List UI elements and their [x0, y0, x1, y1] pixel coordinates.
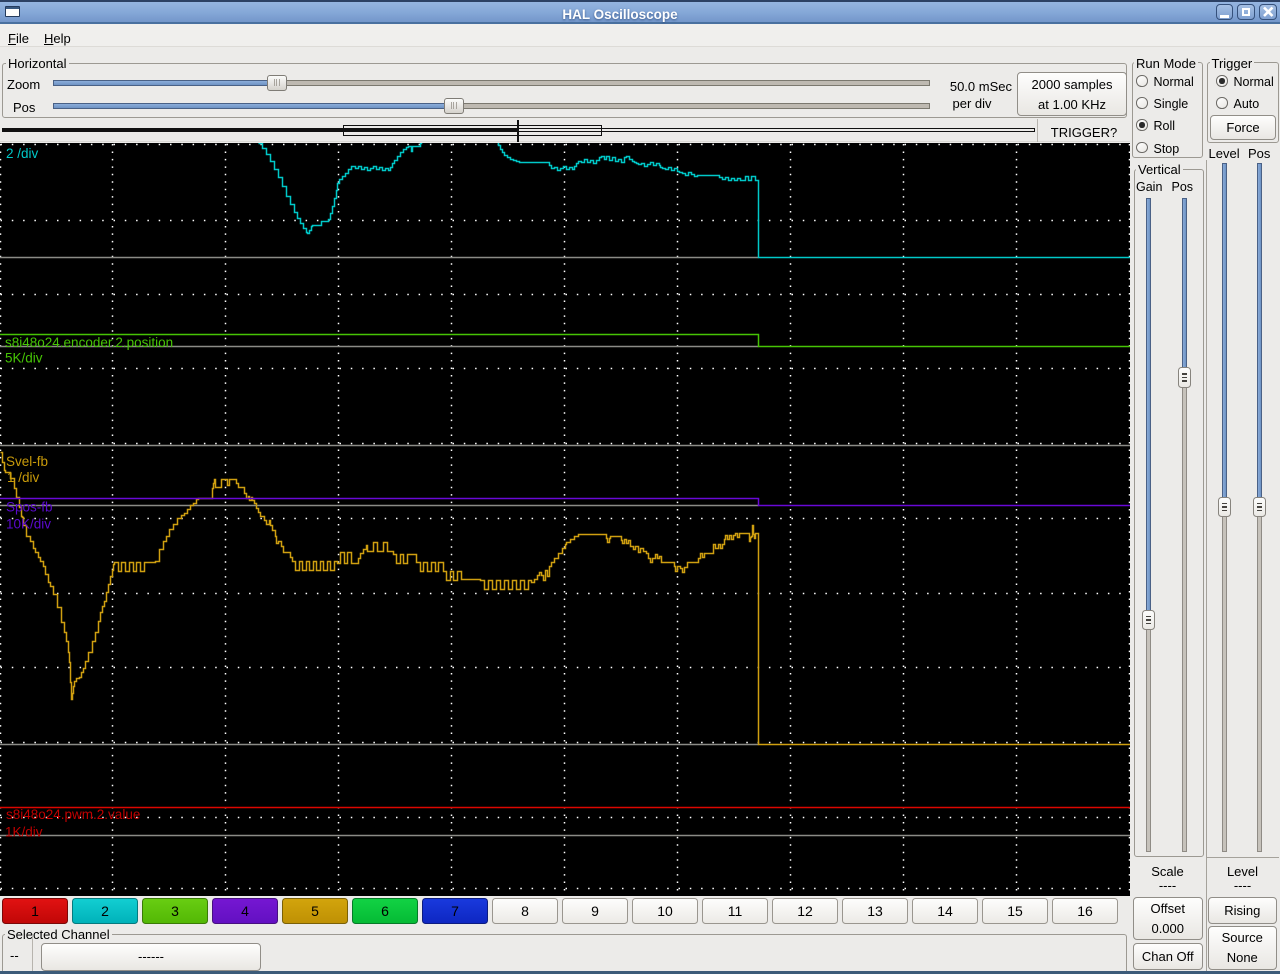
svg-text:10K/div: 10K/div: [6, 517, 51, 532]
svg-text:2 /div: 2 /div: [6, 146, 39, 161]
svg-text:s8i48o24.pwm.2.value: s8i48o24.pwm.2.value: [6, 807, 140, 822]
svg-text:s8i48o24.encoder.2.position: s8i48o24.encoder.2.position: [5, 335, 173, 350]
svg-text:Spos-fb: Spos-fb: [6, 500, 53, 515]
svg-text:5K/div: 5K/div: [5, 351, 43, 366]
svg-text:1 /div: 1 /div: [7, 470, 40, 485]
svg-text:1K/div: 1K/div: [5, 825, 43, 840]
svg-text:Svel-fb: Svel-fb: [6, 454, 48, 469]
